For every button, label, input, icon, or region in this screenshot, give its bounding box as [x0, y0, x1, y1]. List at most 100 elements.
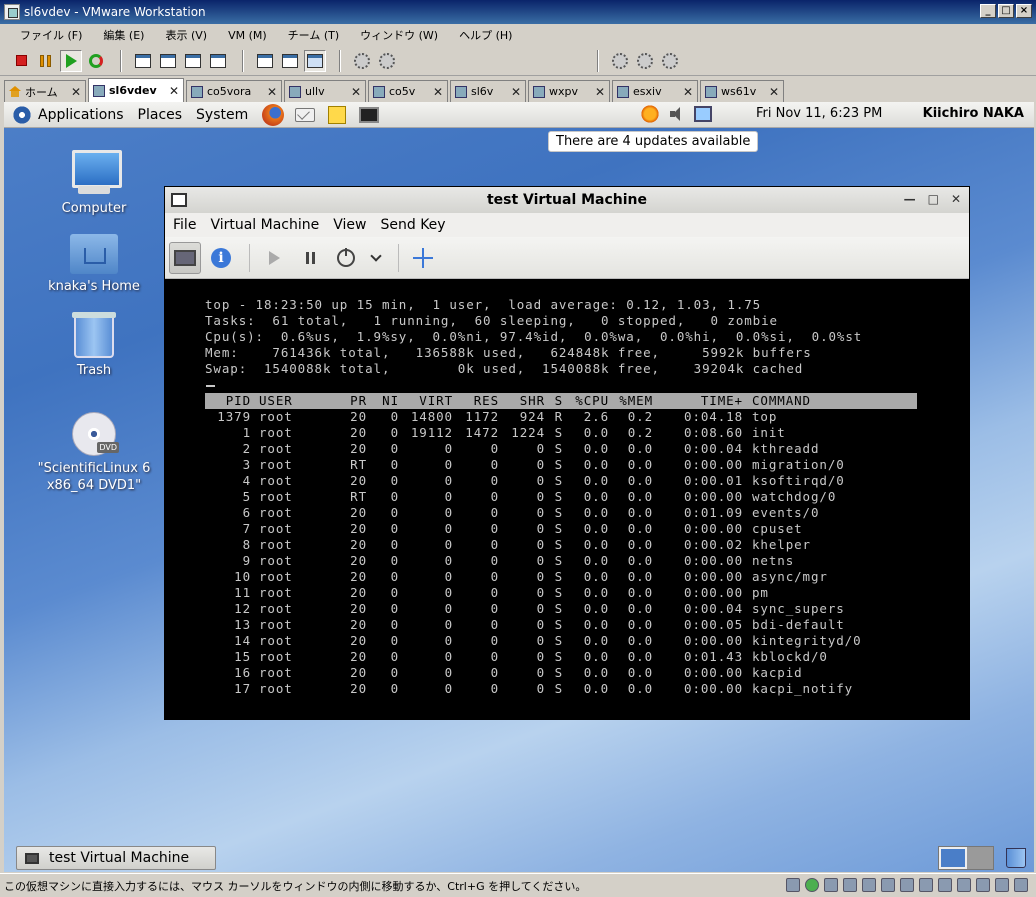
close-icon[interactable]: ✕ [433, 85, 443, 99]
menu-view[interactable]: View [333, 217, 366, 233]
show-console-button[interactable] [169, 241, 201, 274]
usb-icon[interactable] [919, 878, 933, 892]
close-icon[interactable]: ✕ [351, 85, 361, 99]
taskbar-window-button[interactable]: test Virtual Machine [16, 846, 216, 870]
menu-window[interactable]: ウィンドウ (W) [360, 27, 438, 43]
desktop-icon-dvd[interactable]: DVD "ScientificLinux 6 x86_64 DVD1" [34, 412, 154, 494]
network-status-icon[interactable] [805, 878, 819, 892]
download-icon[interactable] [1014, 878, 1028, 892]
workspace-2[interactable] [967, 847, 993, 869]
home-icon [9, 86, 21, 97]
tab-co5vora[interactable]: co5vora ✕ [186, 80, 282, 102]
show-details-button[interactable]: i [205, 242, 237, 274]
close-icon[interactable]: ✕ [169, 84, 179, 98]
maximize-button[interactable]: □ [928, 192, 939, 206]
desktop-icon-computer[interactable]: Computer [34, 150, 154, 217]
panel-clock[interactable]: Fri Nov 11, 6:23 PM [756, 106, 882, 121]
suspend-button[interactable] [35, 50, 57, 72]
tab-esxiv[interactable]: esxiv ✕ [612, 80, 698, 102]
maximize-button[interactable]: □ [998, 4, 1014, 18]
snapshot-button[interactable] [351, 50, 373, 72]
message-icon[interactable] [995, 878, 1009, 892]
close-icon[interactable]: ✕ [71, 85, 81, 99]
trash-applet-icon[interactable] [1006, 848, 1026, 868]
menu-edit[interactable]: 編集 (E) [103, 27, 144, 43]
menu-view[interactable]: 表示 (V) [165, 27, 207, 43]
cdrom2-icon[interactable] [881, 878, 895, 892]
applications-menu[interactable]: Applications [38, 107, 124, 123]
updates-notification[interactable]: There are 4 updates available [548, 131, 759, 152]
close-icon[interactable]: ✕ [511, 85, 521, 99]
quick-switch-button[interactable] [157, 50, 179, 72]
monitor-status-icon[interactable] [786, 878, 800, 892]
summary-view-button[interactable] [279, 50, 301, 72]
sound-icon[interactable] [900, 878, 914, 892]
tab-home[interactable]: ホーム ✕ [4, 80, 86, 102]
tab-ws61v[interactable]: ws61v ✕ [700, 80, 784, 102]
firefox-icon [262, 103, 285, 126]
close-icon[interactable]: ✕ [267, 85, 277, 99]
power-on-button[interactable] [60, 49, 82, 72]
workspace-1[interactable] [939, 847, 967, 869]
menu-vm[interactable]: VM (M) [228, 29, 267, 42]
console-view-button[interactable] [254, 50, 276, 72]
menu-send-key[interactable]: Send Key [380, 217, 445, 233]
fullscreen-button[interactable] [407, 242, 439, 274]
system-menu[interactable]: System [196, 107, 248, 123]
vm-viewer-titlebar[interactable]: test Virtual Machine — □ ✕ [165, 187, 969, 213]
floppy-icon[interactable] [843, 878, 857, 892]
panel-user[interactable]: Kiichiro NAKA [923, 106, 1024, 121]
update-notifier-icon[interactable] [640, 104, 660, 124]
fullscreen-icon [185, 53, 201, 68]
vmtools-icon[interactable] [976, 878, 990, 892]
cdrom-icon[interactable] [862, 878, 876, 892]
guest-screen[interactable]: Applications Places System Fri Nov 11, 6… [4, 102, 1034, 872]
tab-sl6v[interactable]: sl6v ✕ [450, 80, 526, 102]
menu-help[interactable]: ヘルプ (H) [459, 27, 512, 43]
tab-sl6vdev[interactable]: sl6vdev ✕ [88, 78, 184, 102]
minimize-button[interactable]: _ [980, 4, 996, 18]
notes-launcher[interactable] [326, 104, 348, 126]
guest-console[interactable]: top - 18:23:50 up 15 min, 1 user, load a… [165, 279, 969, 719]
menu-virtual-machine[interactable]: Virtual Machine [210, 217, 319, 233]
desktop-icon-home[interactable]: knaka's Home [34, 234, 154, 295]
tab-co5v[interactable]: co5v ✕ [368, 80, 448, 102]
tab-ullv[interactable]: ullv ✕ [284, 80, 366, 102]
menu-file[interactable]: File [173, 217, 196, 233]
revert-snapshot-button[interactable] [634, 50, 656, 72]
volume-icon[interactable] [670, 107, 684, 121]
minimize-button[interactable]: — [904, 192, 916, 206]
run-button[interactable] [258, 242, 290, 274]
power-off-button[interactable] [10, 50, 32, 72]
tab-view-button[interactable] [304, 49, 326, 72]
close-icon[interactable]: ✕ [769, 85, 779, 99]
sidebar-toggle-button[interactable] [132, 50, 154, 72]
places-menu[interactable]: Places [138, 107, 183, 123]
tab-wxpv[interactable]: wxpv ✕ [528, 80, 610, 102]
menu-file[interactable]: ファイル (F) [20, 27, 82, 43]
desktop-icon-trash[interactable]: Trash [34, 312, 154, 379]
settings-button[interactable] [376, 50, 398, 72]
network-icon[interactable] [694, 106, 712, 122]
fullscreen-button[interactable] [182, 50, 204, 72]
pause-button[interactable] [294, 242, 326, 274]
shutdown-button[interactable] [330, 242, 362, 274]
close-button[interactable]: ✕ [951, 192, 961, 206]
close-icon[interactable]: ✕ [595, 85, 605, 99]
bluetooth-icon[interactable] [957, 878, 971, 892]
hdd-icon[interactable] [824, 878, 838, 892]
firefox-launcher[interactable] [262, 103, 285, 126]
unity-button[interactable] [207, 50, 229, 72]
reset-button[interactable] [85, 50, 107, 72]
take-snapshot-button[interactable] [609, 50, 631, 72]
menu-team[interactable]: チーム (T) [288, 27, 339, 43]
workspace-switcher[interactable] [938, 846, 994, 870]
process-cell: RT [350, 457, 367, 472]
close-icon[interactable]: ✕ [683, 85, 693, 99]
mail-launcher[interactable] [294, 104, 316, 126]
terminal-launcher[interactable] [358, 104, 380, 126]
close-button[interactable]: × [1016, 4, 1032, 18]
snapshot-manager-button[interactable] [659, 50, 681, 72]
shutdown-menu-button[interactable] [366, 242, 386, 274]
printer-icon[interactable] [938, 878, 952, 892]
